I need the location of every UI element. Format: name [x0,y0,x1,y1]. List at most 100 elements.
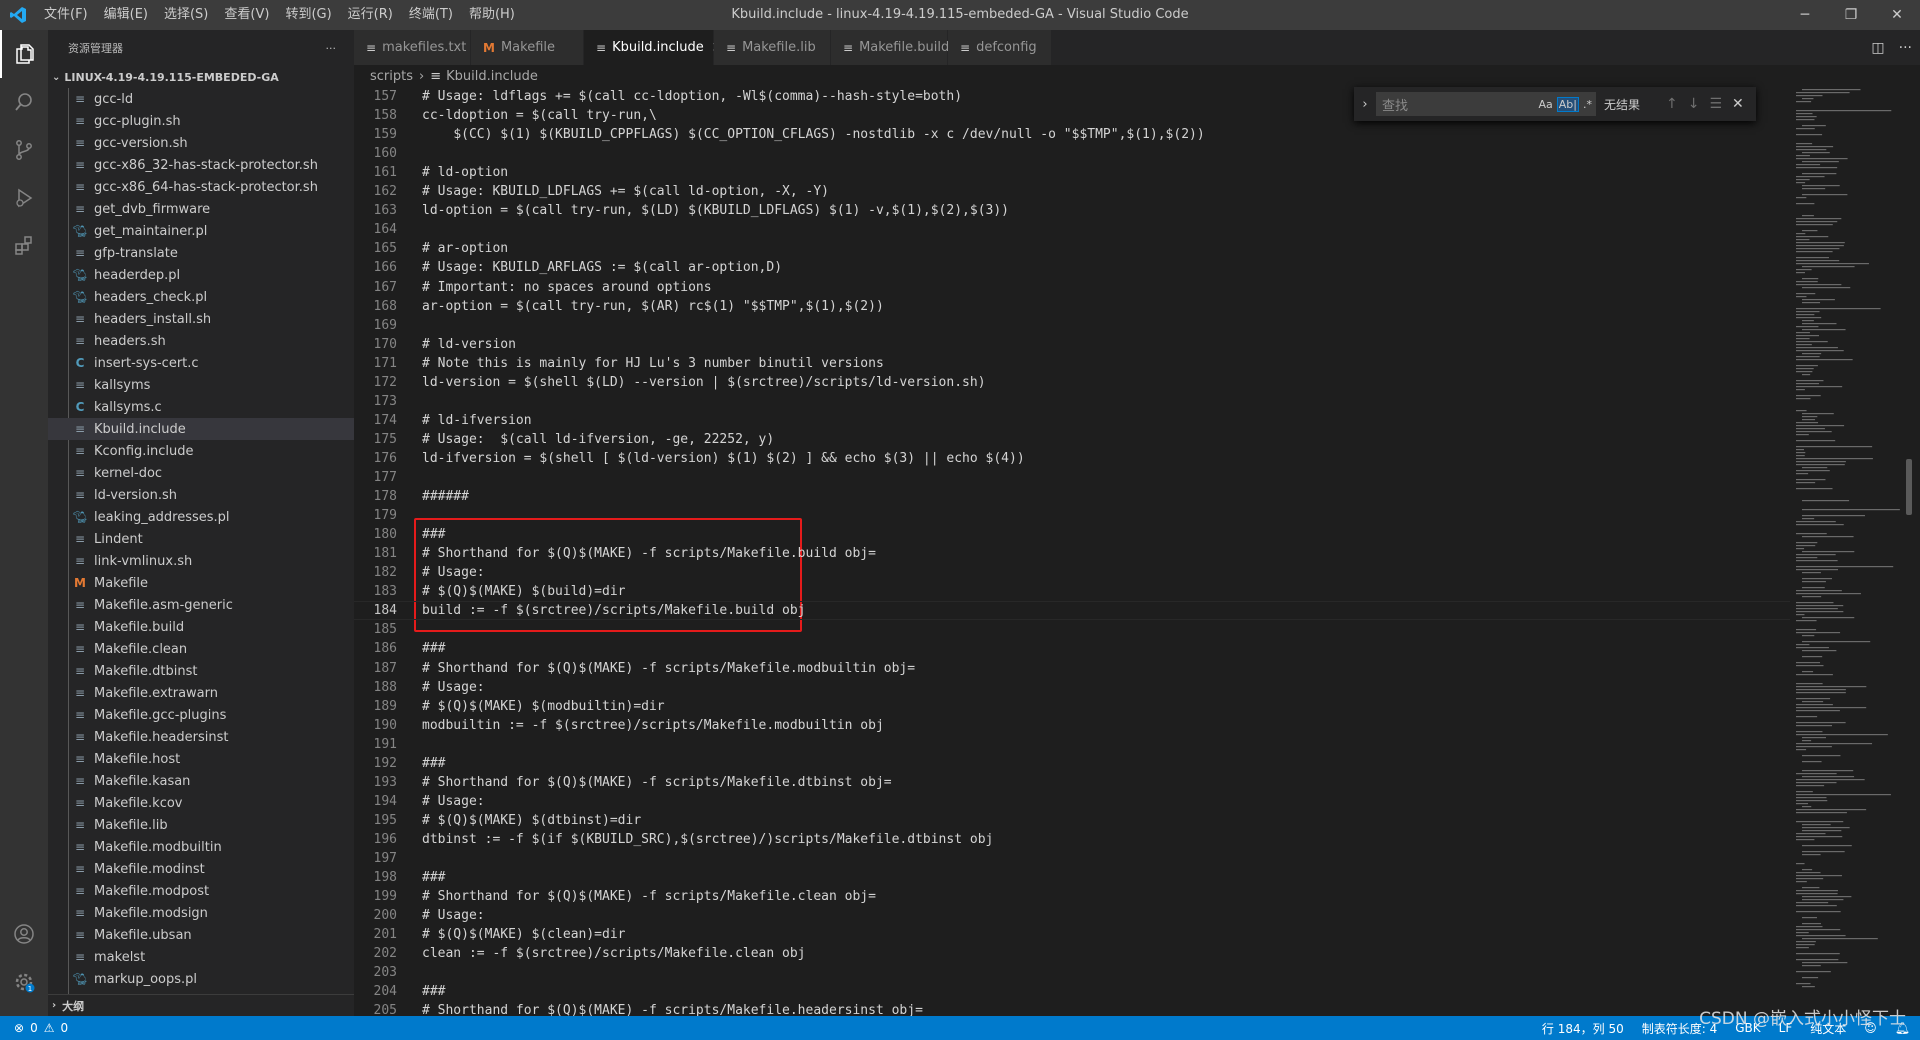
breadcrumb-item[interactable]: scripts [370,69,413,84]
file-tree-item[interactable]: ≡ gfp-translate [48,242,354,264]
file-tree-item[interactable]: ≡ Makefile.clean [48,638,354,660]
file-tree-item[interactable]: ≡ gcc-ld [48,88,354,110]
tab-kbuild-include[interactable]: ≡Kbuild.include✕ [584,30,724,65]
menu-item[interactable]: 文件(F) [36,0,96,30]
file-tree-item[interactable]: M Makefile [48,572,354,594]
more-actions-button[interactable]: ··· [326,42,337,55]
more-actions-icon[interactable]: ··· [1899,40,1912,56]
match-case-toggle[interactable]: Aa [1539,98,1553,111]
menu-item[interactable]: 选择(S) [156,0,216,30]
file-tree-item[interactable]: ≡ kallsyms [48,374,354,396]
toggle-replace-chevron-icon[interactable]: › [1358,97,1372,112]
minimap-line [1796,347,1838,349]
file-tree-item[interactable]: ≡ makelst [48,946,354,968]
file-tree-item[interactable]: ≡ Makefile.host [48,748,354,770]
minimap[interactable] [1790,87,1902,1016]
language-mode[interactable]: 纯文本 [1810,1020,1846,1037]
menu-item[interactable]: 转到(G) [277,0,339,30]
previous-match-arrow-icon[interactable]: ↑ [1666,96,1678,112]
file-tree-item[interactable]: ≡ Makefile.modsign [48,902,354,924]
file-name: gcc-ld [94,91,134,107]
search-icon[interactable] [0,78,48,126]
code-editor[interactable]: 157 # Usage: ldflags += $(call cc-ldoptio… [354,87,1790,1016]
file-tree-item[interactable]: ≡ Kconfig.include [48,440,354,462]
file-tree-item[interactable]: ≡ Makefile.modbuiltin [48,836,354,858]
find-input[interactable]: 查找 Aa Ab| .* [1376,92,1596,116]
minimap-line [1796,218,1842,220]
file-tree-item[interactable]: ≡ gcc-x86_64-has-stack-protector.sh [48,176,354,198]
file-tree-item[interactable]: ≡ Makefile.gcc-plugins [48,704,354,726]
workspace-root-folder[interactable]: ⌄ LINUX-4.19-4.19.115-EMBEDED-GA [48,66,354,88]
vertical-scrollbar[interactable] [1902,87,1916,1016]
restore-button[interactable]: ❐ [1828,0,1874,30]
breadcrumb-item[interactable]: Kbuild.include [446,69,538,84]
file-tree-item[interactable]: Ckallsyms.c [48,396,354,418]
menu-item[interactable]: 编辑(E) [96,0,156,30]
regex-toggle[interactable]: .* [1583,98,1592,111]
menu-item[interactable]: 终端(T) [401,0,461,30]
line-text: # Usage: $(call ld-ifversion, -ge, 22252… [422,431,775,447]
match-whole-word-toggle[interactable]: Ab| [1556,96,1579,112]
makefile-icon: M [483,40,495,55]
source-control-icon[interactable] [0,126,48,174]
menu-item[interactable]: 帮助(H) [461,0,523,30]
feedback-icon[interactable]: ☺ [1864,1021,1877,1035]
split-editor-icon[interactable]: ◫ [1871,40,1884,56]
file-tree-item[interactable]: 🐪︎ headers_check.pl [48,286,354,308]
next-match-arrow-icon[interactable]: ↓ [1688,96,1700,112]
tab-makefile[interactable]: M Makefile [471,30,584,65]
file-tree-item[interactable]: ≡ Makefile.modpost [48,880,354,902]
file-tree-item[interactable]: ≡ Makefile.lib [48,814,354,836]
settings-gear-icon[interactable]: 1 [0,958,48,1006]
file-tree-item[interactable]: ≡ Makefile.kcov [48,792,354,814]
end-of-line[interactable]: LF [1779,1021,1793,1035]
extensions-icon[interactable] [0,222,48,270]
file-tree-item[interactable]: ≡ Lindent [48,528,354,550]
file-tree-item[interactable]: ≡ Makefile.headersinst [48,726,354,748]
outline-section[interactable]: › 大纲 [48,994,354,1016]
file-tree-item[interactable]: ≡ Makefile.extrawarn [48,682,354,704]
file-tree-item[interactable]: ≡ link-vmlinux.sh [48,550,354,572]
menu-item[interactable]: 查看(V) [216,0,277,30]
file-tree-item[interactable]: ≡ get_dvb_firmware [48,198,354,220]
file-tree-item[interactable]: ≡ gcc-plugin.sh [48,110,354,132]
file-tree-item[interactable]: 🐪︎ headerdep.pl [48,264,354,286]
run-debug-icon[interactable] [0,174,48,222]
file-tree-item[interactable]: ≡ Makefile.kasan [48,770,354,792]
encoding[interactable]: GBK [1735,1021,1760,1035]
file-tree-item[interactable]: ≡ Makefile.build [48,616,354,638]
close-find-icon[interactable]: ✕ [1732,96,1744,112]
problems-indicator[interactable]: ⊗ 0 ⚠ 0 [0,1021,68,1035]
minimap-line [1796,803,1809,805]
file-tree-item[interactable]: 🐪︎ get_maintainer.pl [48,220,354,242]
close-window-button[interactable]: ✕ [1874,0,1920,30]
minimize-button[interactable]: ─ [1782,0,1828,30]
menu-item[interactable]: 运行(R) [340,0,401,30]
tab-makefile-build[interactable]: ≡ Makefile.build [831,30,949,65]
file-tree-item[interactable]: ≡ gcc-x86_32-has-stack-protector.sh [48,154,354,176]
accounts-icon[interactable] [0,910,48,958]
notifications-bell-icon[interactable]: 🔔︎ [1895,1021,1910,1035]
file-tree-item[interactable]: ≡ headers_install.sh [48,308,354,330]
file-tree-item[interactable]: 🐪︎ markup_oops.pl [48,968,354,990]
file-tree-item[interactable]: ≡ Makefile.dtbinst [48,660,354,682]
file-tree-item[interactable]: ≡ ld-version.sh [48,484,354,506]
tab-size[interactable]: 制表符长度: 4 [1642,1020,1718,1037]
file-tree-item[interactable]: ≡ gcc-version.sh [48,132,354,154]
scrollbar-thumb[interactable] [1906,459,1912,515]
file-tree-item[interactable]: ≡ headers.sh [48,330,354,352]
file-tree-item[interactable]: ≡ kernel-doc [48,462,354,484]
find-in-selection-icon[interactable]: ☰ [1709,96,1722,112]
file-tree-item[interactable]: 🐪︎ leaking_addresses.pl [48,506,354,528]
file-tree-item[interactable]: Cinsert-sys-cert.c [48,352,354,374]
file-tree-item[interactable]: ≡ Makefile.ubsan [48,924,354,946]
tab-defconfig[interactable]: ≡ defconfig [948,30,1052,65]
file-tree-item[interactable]: ≡ Makefile.asm-generic [48,594,354,616]
file-tree-item[interactable]: ≡ Kbuild.include [48,418,354,440]
cursor-position[interactable]: 行 184，列 50 [1542,1020,1624,1037]
explorer-icon[interactable] [0,30,48,78]
code-line: 185 [354,620,1790,639]
tab-makefiles-txt[interactable]: ≡ makefiles.txt [354,30,471,65]
tab-makefile-lib[interactable]: ≡ Makefile.lib [714,30,831,65]
file-tree-item[interactable]: ≡ Makefile.modinst [48,858,354,880]
